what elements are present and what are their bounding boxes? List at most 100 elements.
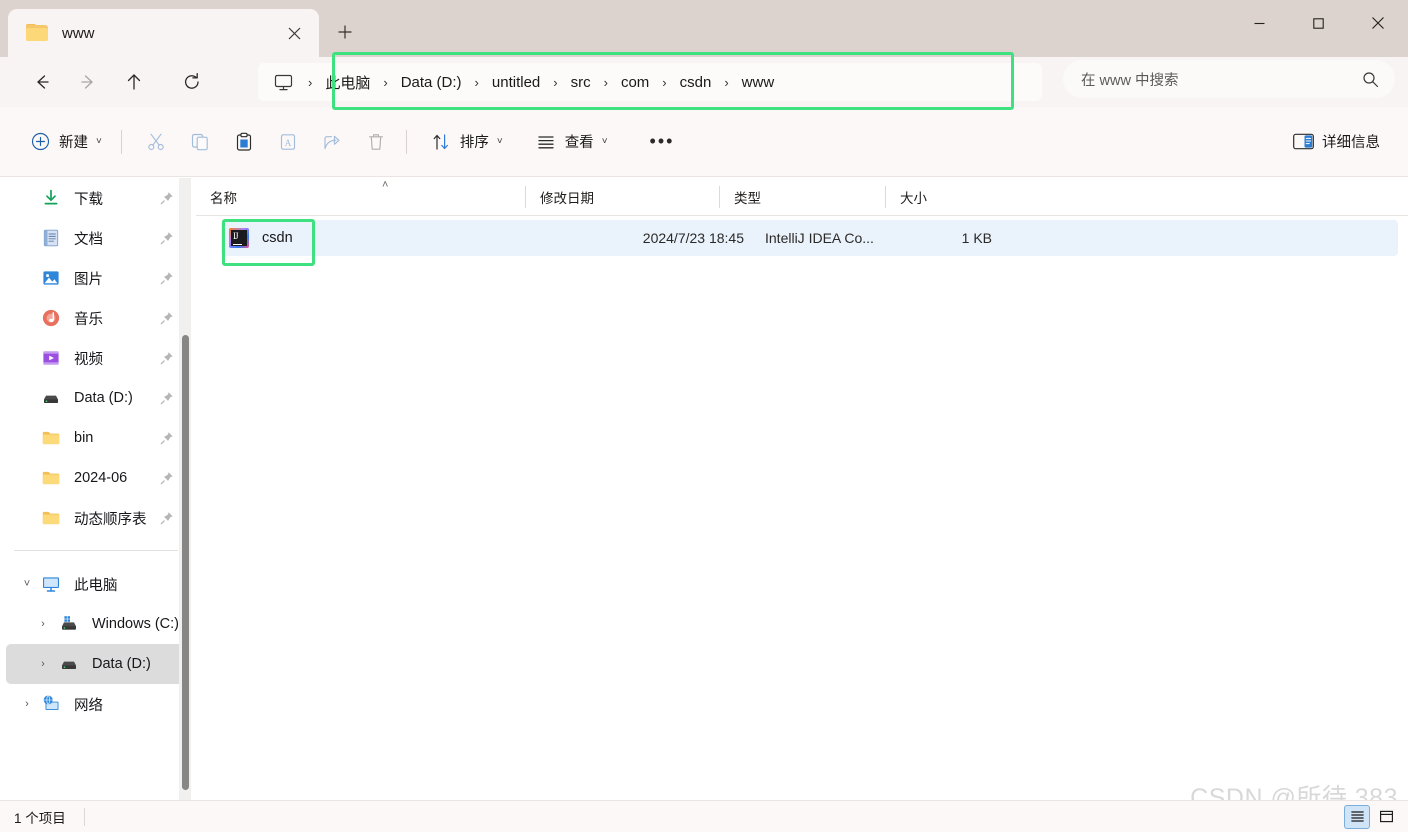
chevron-right-icon[interactable]: › xyxy=(34,615,52,633)
breadcrumb-item-1[interactable]: Data (D:) xyxy=(396,70,467,95)
search-input[interactable]: 在 www 中搜索 xyxy=(1081,69,1359,90)
up-button[interactable] xyxy=(114,64,154,100)
close-icon[interactable] xyxy=(281,20,307,46)
trash-glyph xyxy=(368,133,383,150)
minimize-icon xyxy=(1254,22,1265,24)
file-size: 1 KB xyxy=(961,230,992,246)
breadcrumb: 此电脑 › Data (D:) › untitled › src › com ›… xyxy=(320,68,779,97)
rename-glyph: A xyxy=(280,133,295,150)
large-icons-view-icon xyxy=(1379,810,1393,823)
sidebar-item-label: Data (D:) xyxy=(92,656,151,672)
address-bar[interactable]: › 此电脑 › Data (D:) › untitled › src › com… xyxy=(258,57,1048,107)
sidebar-item-this-pc[interactable]: ˅ 此电脑 xyxy=(6,564,190,604)
breadcrumb-item-6[interactable]: www xyxy=(737,70,780,95)
music-icon xyxy=(40,307,62,329)
more-button[interactable]: ••• xyxy=(631,123,694,161)
pin-icon[interactable] xyxy=(160,351,174,365)
maximize-button[interactable] xyxy=(1289,0,1348,46)
large-icons-view-button[interactable] xyxy=(1373,805,1399,829)
table-row[interactable]: IJ csdn 2024/7/23 18:45 IntelliJ IDEA Co… xyxy=(221,220,1398,256)
new-button[interactable]: 新建 ˅ xyxy=(20,123,111,161)
sidebar-item-music[interactable]: 音乐 xyxy=(6,298,190,338)
sidebar-item-2024-06[interactable]: 2024-06 xyxy=(6,458,190,498)
sidebar-item-data-d-tree[interactable]: › Data (D:) xyxy=(6,644,190,684)
delete-button[interactable] xyxy=(356,123,396,161)
navigation-pane[interactable]: 下载 文档 图片 音乐 视频 Data (D:) bin 2024-06 动态顺… xyxy=(0,178,196,800)
forward-button[interactable] xyxy=(68,64,108,100)
breadcrumb-item-0[interactable]: 此电脑 xyxy=(320,68,375,97)
chevron-right-icon[interactable]: › xyxy=(18,695,36,713)
pin-icon[interactable] xyxy=(160,311,174,325)
plus-icon xyxy=(338,25,352,39)
breadcrumb-item-5[interactable]: csdn xyxy=(675,70,717,95)
pin-icon[interactable] xyxy=(160,231,174,245)
paste-button[interactable] xyxy=(224,123,264,161)
column-header-label: 大小 xyxy=(900,190,927,206)
tab-www[interactable]: www xyxy=(8,9,319,57)
paste-glyph xyxy=(236,132,251,151)
minimize-button[interactable] xyxy=(1230,0,1289,46)
sort-ascending-icon: ˄ xyxy=(382,178,389,191)
pin-icon[interactable] xyxy=(160,431,174,445)
pin-icon[interactable] xyxy=(160,191,174,205)
breadcrumb-separator: › xyxy=(724,74,729,90)
details-view-button[interactable] xyxy=(1344,804,1370,829)
pin-icon[interactable] xyxy=(160,271,174,285)
search-icon[interactable] xyxy=(1359,68,1381,90)
sidebar-item-bin[interactable]: bin xyxy=(6,418,190,458)
pin-icon[interactable] xyxy=(160,391,174,405)
folder-icon xyxy=(40,467,62,489)
arrow-left-icon xyxy=(37,75,49,89)
breadcrumb-separator: › xyxy=(603,74,608,90)
pin-glyph xyxy=(160,392,173,405)
sidebar-item-network[interactable]: › 网络 xyxy=(6,684,190,724)
sidebar-item-windows-c[interactable]: › Windows (C:) xyxy=(6,604,190,644)
breadcrumb-bar[interactable]: › 此电脑 › Data (D:) › untitled › src › com… xyxy=(258,63,1042,101)
pin-glyph xyxy=(160,192,173,205)
sidebar-item-dynamic-list[interactable]: 动态顺序表 xyxy=(6,498,190,538)
sidebar-item-data-d[interactable]: Data (D:) xyxy=(6,378,190,418)
file-date: 2024/7/23 18:45 xyxy=(642,230,744,246)
search-box[interactable]: 在 www 中搜索 xyxy=(1063,60,1395,98)
share-button[interactable] xyxy=(312,123,352,161)
sidebar-item-pictures[interactable]: 图片 xyxy=(6,258,190,298)
column-header-name[interactable]: 名称 ˄ xyxy=(196,178,526,216)
arrow-up-icon xyxy=(127,74,141,90)
close-window-button[interactable] xyxy=(1348,0,1408,46)
sidebar-item-label: 图片 xyxy=(74,271,103,288)
new-tab-button[interactable] xyxy=(323,10,367,54)
details-pane-button[interactable]: 详细信息 xyxy=(1282,123,1390,161)
column-header-size[interactable]: 大小 xyxy=(886,178,986,216)
breadcrumb-item-3[interactable]: src xyxy=(566,70,596,95)
view-button[interactable]: 查看 ˅ xyxy=(526,123,617,161)
copy-button[interactable] xyxy=(180,123,220,161)
sidebar-item-label: 此电脑 xyxy=(74,577,118,594)
pin-icon[interactable] xyxy=(160,511,174,525)
file-list-pane[interactable]: 名称 ˄ 修改日期 类型 大小 IJ csdn 2024/7/23 18:45 … xyxy=(196,178,1408,800)
rename-button[interactable]: A xyxy=(268,123,308,161)
rename-icon: A xyxy=(277,131,299,153)
sort-button[interactable]: 排序 ˅ xyxy=(421,123,512,161)
pin-icon[interactable] xyxy=(160,471,174,485)
breadcrumb-item-2[interactable]: untitled xyxy=(487,70,545,95)
chevron-down-icon: ˅ xyxy=(96,136,102,147)
sidebar-item-documents[interactable]: 文档 xyxy=(6,218,190,258)
breadcrumb-separator: › xyxy=(474,74,479,90)
this-pc-glyph xyxy=(43,577,59,592)
chevron-down-icon[interactable]: ˅ xyxy=(18,575,36,593)
cut-button[interactable] xyxy=(136,123,176,161)
list-icon xyxy=(535,131,557,153)
column-header-label: 名称 xyxy=(210,190,237,206)
refresh-button[interactable] xyxy=(172,64,212,100)
sidebar-item-downloads[interactable]: 下载 xyxy=(6,178,190,218)
sidebar-item-videos[interactable]: 视频 xyxy=(6,338,190,378)
column-header-type[interactable]: 类型 xyxy=(720,178,886,216)
back-button[interactable] xyxy=(22,64,62,100)
sidebar-scrollbar-thumb[interactable] xyxy=(182,335,189,790)
refresh-icon xyxy=(184,72,199,89)
breadcrumb-item-4[interactable]: com xyxy=(616,70,654,95)
this-pc-icon xyxy=(266,65,300,99)
chevron-right-icon[interactable]: › xyxy=(34,655,52,673)
maximize-icon xyxy=(1313,17,1324,29)
column-header-date[interactable]: 修改日期 xyxy=(526,178,720,216)
